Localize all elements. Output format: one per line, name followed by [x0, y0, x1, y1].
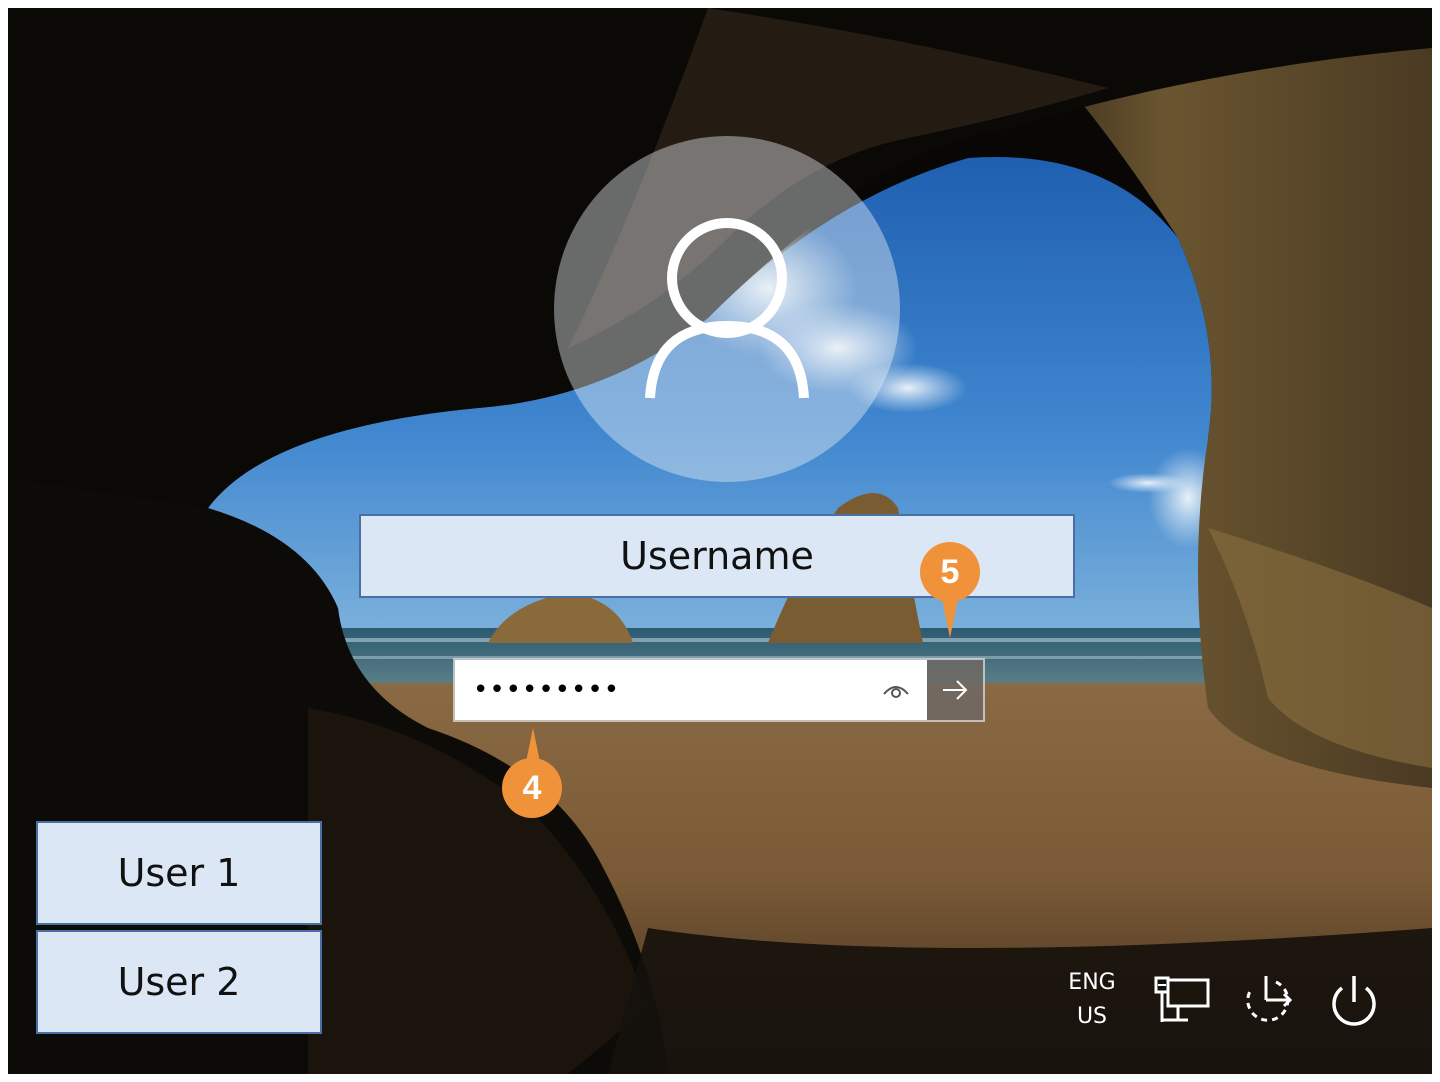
network-icon[interactable] — [1150, 972, 1214, 1030]
callout-badge-password: 4 — [502, 728, 562, 818]
ease-of-access-icon[interactable] — [1238, 970, 1298, 1030]
language-code: ENG — [1068, 970, 1116, 995]
password-box: ••••••••• — [453, 658, 985, 722]
eye-icon[interactable] — [881, 676, 911, 702]
power-icon[interactable] — [1324, 970, 1384, 1030]
password-masked-value: ••••••••• — [473, 675, 621, 705]
user-tile-1[interactable]: User 1 — [36, 821, 322, 925]
language-indicator[interactable]: ENG US — [1062, 966, 1122, 1034]
arrow-right-icon — [943, 680, 968, 700]
user-tile-2[interactable]: User 2 — [36, 930, 322, 1034]
submit-button[interactable] — [927, 660, 983, 720]
user-avatar — [554, 136, 900, 482]
password-input[interactable]: ••••••••• — [455, 660, 927, 720]
user-silhouette-icon — [645, 218, 809, 399]
language-region: US — [1076, 1004, 1108, 1029]
callout-badge-submit: 5 — [920, 542, 980, 638]
